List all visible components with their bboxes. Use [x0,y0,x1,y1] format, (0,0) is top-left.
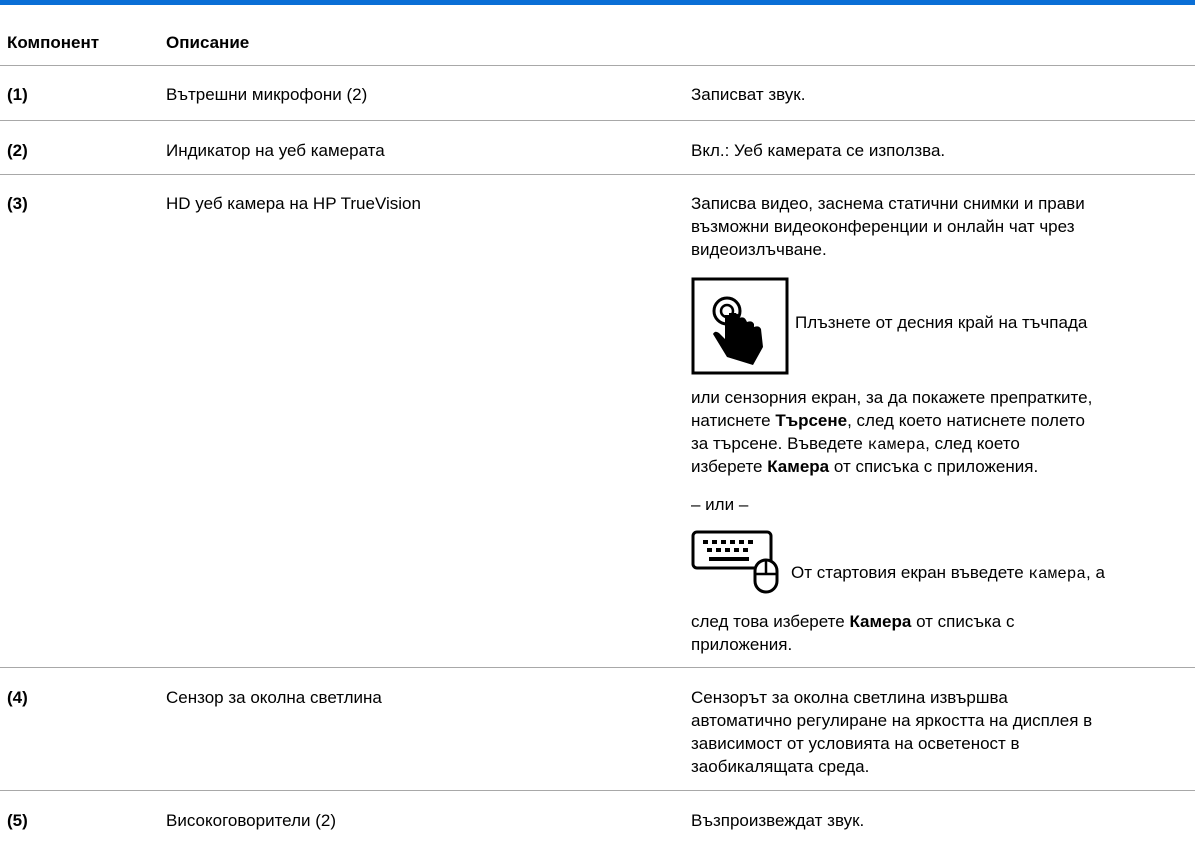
row-number: (4) [7,688,28,707]
text-run: От стартовия екран въведете [791,563,1029,582]
text-run: , след което [925,434,1020,453]
bold-camera-label: Камера [849,612,912,631]
row-component-name: Високоговорители (2) [166,811,336,830]
code-term: камера [867,436,926,454]
touch-instruction-text: Плъзнете от десния край на тъчпада [795,313,1088,332]
row-divider [0,790,1195,791]
row-divider [0,667,1195,668]
row-number: (1) [7,85,28,104]
row-description-intro-line2: възможни видеоконференции и онлайн чат ч… [691,217,1075,236]
row-description: Записват звук. [691,85,806,104]
row-number: (2) [7,141,28,160]
row-number: (3) [7,194,28,213]
text-run: за търсене. Въведете [691,434,868,453]
row-description-line2: автоматично регулиране на яркостта на ди… [691,711,1093,730]
row-number: (5) [7,811,28,830]
touch-instruction-line1: или сензорния екран, за да покажете преп… [691,388,1093,407]
keyboard-instruction-text: От стартовия екран въведете камера, а [791,561,1105,586]
touch-swipe-icon [691,277,789,375]
text-run: , а [1086,563,1105,582]
touch-instruction-line3: за търсене. Въведете камера, след което [691,432,1191,457]
header-component: Компонент [7,33,100,52]
row-description-line3: зависимост от условията на осветеност в [691,734,1020,753]
row-divider [0,65,1195,66]
row-component-name: HD уеб камера на HP TrueVision [166,194,421,213]
bold-camera-label: Камера [767,457,830,476]
keyboard-instruction-line1: след това изберете Камера от списъка с [691,610,1191,633]
touch-instruction-line2: натиснете Търсене, след което натиснете … [691,409,1191,432]
keyboard-instruction-line2: приложения. [691,635,793,654]
text-run: , след което натиснете полето [847,411,1085,430]
row-component-name: Вътрешни микрофони (2) [166,85,368,104]
row-description: Вкл.: Уеб камерата се използва. [691,141,946,160]
row-component-name: Индикатор на уеб камерата [166,141,385,160]
row-description-intro-line3: видеоизлъчване. [691,240,827,259]
header-description: Описание [166,33,250,52]
row-divider [0,174,1195,175]
row-description-intro-line1: Записва видео, заснема статични снимки и… [691,194,1085,213]
row-description: Възпроизвеждат звук. [691,811,865,830]
row-description-line4: заобикалящата среда. [691,757,870,776]
or-separator: – или – [691,495,749,514]
row-component-name: Сензор за околна светлина [166,688,382,707]
header-accent-rule [0,0,1195,5]
text-run: от списъка с приложения. [829,457,1039,476]
text-run: от списъка с [911,612,1015,631]
text-run: натиснете [691,411,776,430]
bold-search-label: Търсене [775,411,848,430]
text-run: след това изберете [691,612,850,631]
code-term: камера [1028,565,1086,583]
row-description-line1: Сензорът за околна светлина извършва [691,688,1008,707]
touch-instruction-line4: изберете Камера от списъка с приложения. [691,455,1191,478]
row-divider [0,120,1195,121]
text-run: изберете [691,457,768,476]
keyboard-mouse-icon [691,530,791,594]
